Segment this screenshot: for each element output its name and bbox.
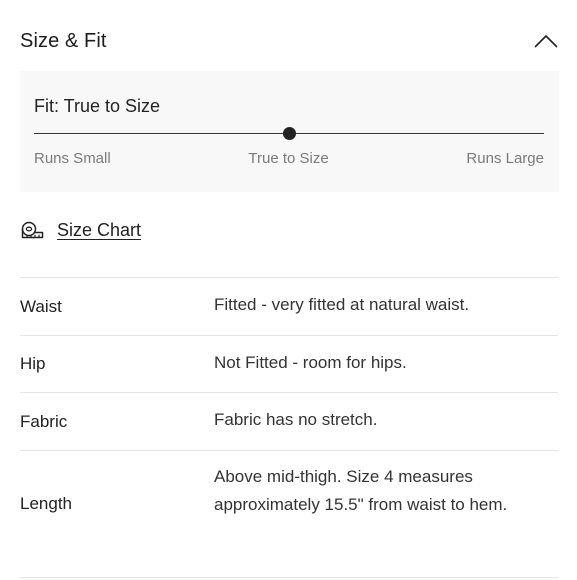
section-title: Size & Fit [20, 29, 107, 52]
size-fit-header[interactable]: Size & Fit [20, 24, 558, 58]
fit-label-runs-small: Runs Small [34, 150, 111, 167]
fit-label-runs-large: Runs Large [466, 150, 544, 167]
fit-panel: Fit: True to Size Runs Small True to Siz… [20, 71, 559, 192]
size-chart-link[interactable]: Size Chart [20, 220, 141, 241]
fit-details-table: Waist Fitted - very fitted at natural wa… [20, 277, 558, 540]
spec-label: Fabric [20, 411, 68, 431]
spec-row-fabric: Fabric Fabric has no stretch. [20, 392, 558, 450]
spec-label: Length [20, 494, 72, 513]
fit-title: Fit: True to Size [34, 96, 161, 116]
chevron-up-icon[interactable] [532, 27, 560, 55]
measuring-tape-icon [20, 221, 44, 241]
spec-row-hip: Hip Not Fitted - room for hips. [20, 335, 558, 392]
fit-label-true-to-size: True to Size [248, 150, 329, 167]
spec-value: Above mid-thigh. Size 4 measures approxi… [214, 467, 508, 514]
spec-row-length: Length Above mid-thigh. Size 4 measures … [20, 450, 558, 540]
spec-label: Waist [20, 296, 62, 316]
size-chart-label: Size Chart [57, 220, 142, 240]
spec-value: Fitted - very fitted at natural waist. [214, 295, 470, 314]
spec-value: Not Fitted - room for hips. [214, 352, 407, 372]
spec-value: Fabric has no stretch. [214, 410, 378, 429]
spec-label: Hip [20, 354, 46, 373]
spec-row-waist: Waist Fitted - very fitted at natural wa… [20, 277, 558, 335]
fit-scale-marker [282, 127, 296, 140]
fit-scale-labels: Runs Small True to Size Runs Large [34, 150, 544, 167]
bottom-divider [20, 577, 558, 578]
